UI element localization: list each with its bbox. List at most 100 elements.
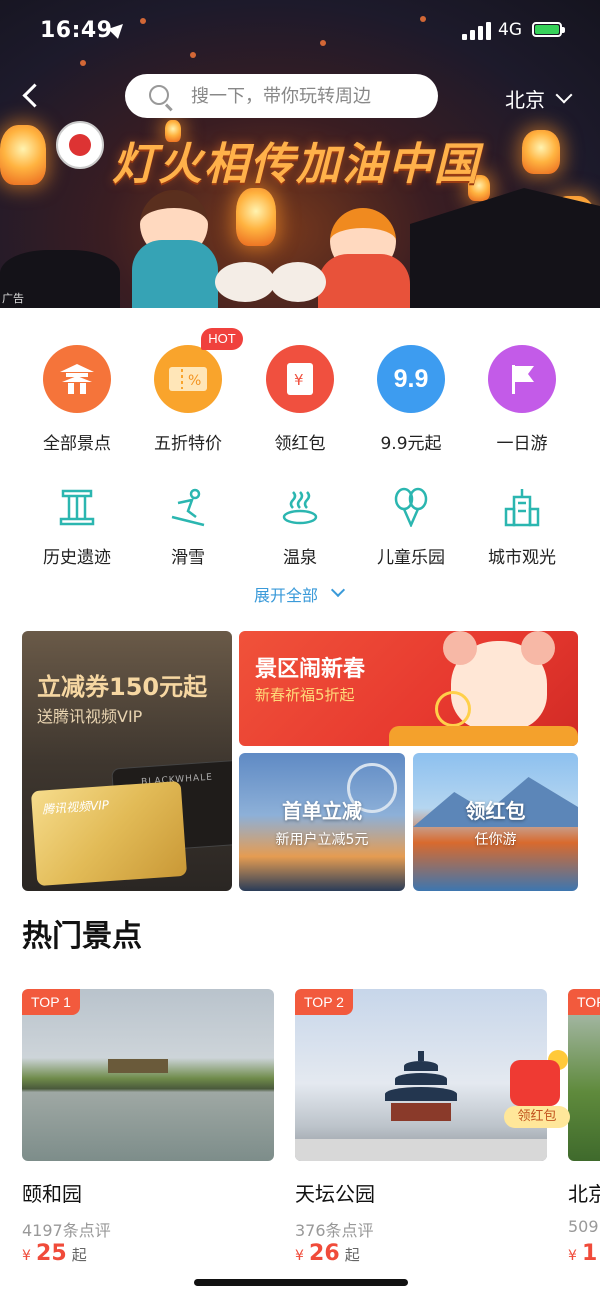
lantern-decoration <box>236 188 276 246</box>
network-type: 4G <box>498 20 522 40</box>
nine-nine-icon: 9.9 <box>377 345 445 413</box>
banner-title: 灯火相传加油中国 <box>112 139 480 190</box>
category-label: 领红包 <box>274 434 326 454</box>
price-value: 26 <box>309 1241 340 1266</box>
status-bar: 16:49 4G <box>0 0 600 64</box>
promo-title: 立减券150元起 <box>37 673 208 701</box>
price-currency: ¥ <box>295 1248 304 1264</box>
roof-silhouette <box>410 188 600 308</box>
chevron-down-icon[interactable] <box>555 86 573 104</box>
flag-icon <box>488 345 556 413</box>
category-label: 温泉 <box>283 548 317 568</box>
promo-title: 领红包 <box>465 799 526 823</box>
red-packet-icon <box>510 1060 560 1106</box>
promo-subtitle: 新春祈福5折起 <box>255 686 355 704</box>
category-label: 全部景点 <box>43 434 111 454</box>
temple-of-heaven-silhouette <box>381 1051 461 1131</box>
category-nine-nine[interactable]: 9.9 9.9元起 <box>355 345 467 454</box>
promo-subtitle: 新用户立减5元 <box>275 832 369 848</box>
svg-text:¥: ¥ <box>294 371 304 389</box>
battery-icon <box>532 22 565 37</box>
category-label: 滑雪 <box>171 548 205 568</box>
rank-badge: TOP <box>568 989 600 1015</box>
spot-image: TOP <box>568 989 600 1161</box>
hot-spring-icon <box>280 487 320 527</box>
category-hot-spring[interactable]: 温泉 <box>244 487 356 568</box>
price-suffix: 起 <box>344 1246 360 1264</box>
city-selector[interactable]: 北京 <box>505 84 545 113</box>
spot-name: 颐和园 <box>22 1182 82 1206</box>
back-button[interactable] <box>14 78 50 114</box>
boy-body <box>132 240 218 308</box>
spot-reviews: 509 <box>568 1217 599 1236</box>
category-half-price[interactable]: % 五折特价 <box>132 345 244 454</box>
price-value: 25 <box>36 1241 67 1266</box>
signal-icon <box>462 22 492 40</box>
hot-badge: HOT <box>201 328 243 350</box>
category-label: 儿童乐园 <box>377 548 445 568</box>
chevron-down-icon[interactable] <box>330 582 346 598</box>
search-icon <box>149 85 169 105</box>
red-packet-icon: ¥ <box>266 345 334 413</box>
search-bar[interactable] <box>125 74 438 118</box>
promo-subtitle: 任你游 <box>474 832 517 848</box>
palace-silhouette <box>108 1059 168 1073</box>
spot-card[interactable]: TOP 北京 509 ¥ 1 <box>568 989 600 1289</box>
category-red-packet[interactable]: ¥ 领红包 <box>244 345 356 454</box>
promo-voucher[interactable]: 立减券150元起 送腾讯视频VIP BLACKWHALE 腾讯视频VIP <box>22 631 232 891</box>
dumpling-illustration <box>270 262 326 302</box>
ground-decoration <box>389 726 578 746</box>
promo-red-packet[interactable]: 领红包 任你游 <box>413 753 578 891</box>
home-indicator[interactable] <box>194 1279 408 1286</box>
status-time: 16:49 <box>40 18 113 43</box>
price-value: 1 <box>582 1241 598 1266</box>
category-history[interactable]: 历史遗迹 <box>21 487 133 568</box>
price-suffix: 起 <box>71 1246 87 1264</box>
category-label: 9.9元起 <box>380 434 442 454</box>
column-icon <box>57 487 97 527</box>
discount-ticket-icon: % <box>154 345 222 413</box>
expand-all-link[interactable]: 展开全部 <box>254 582 318 606</box>
terrace-image <box>295 1139 547 1161</box>
promo-title: 首单立减 <box>282 799 362 823</box>
category-skiing[interactable]: 滑雪 <box>132 487 244 568</box>
svg-text:%: % <box>188 373 201 389</box>
category-day-tour[interactable]: 一日游 <box>466 345 578 454</box>
vip-card-text: 腾讯视频VIP <box>41 797 110 817</box>
category-all-sights[interactable]: 全部景点 <box>21 345 133 454</box>
category-city-tour[interactable]: 城市观光 <box>466 487 578 568</box>
category-label: 五折特价 <box>154 434 222 454</box>
spot-name: 北京 <box>568 1182 600 1206</box>
search-input[interactable] <box>191 74 421 118</box>
spot-price: ¥ 25 起 <box>22 1241 87 1266</box>
floating-red-packet-label: 领红包 <box>504 1106 570 1128</box>
ferris-wheel-decoration <box>435 691 471 727</box>
category-kids-park[interactable]: 儿童乐园 <box>355 487 467 568</box>
dumpling-illustration <box>215 262 275 302</box>
spot-price: ¥ 1 <box>568 1241 597 1266</box>
category-label: 一日游 <box>496 434 548 454</box>
category-label: 历史遗迹 <box>43 548 111 568</box>
pagoda-icon <box>43 345 111 413</box>
floating-red-packet[interactable]: 领红包 <box>500 1050 570 1130</box>
hero-banner[interactable]: 16:49 4G 北京 灯火相传加油中国 广告 <box>0 0 600 308</box>
promo-title: 景区闹新春 <box>255 657 366 682</box>
promo-subtitle: 送腾讯视频VIP <box>37 707 143 726</box>
price-currency: ¥ <box>22 1248 31 1264</box>
rank-badge: TOP 2 <box>295 989 353 1015</box>
lantern-decoration <box>522 130 560 174</box>
spot-image: TOP 1 <box>22 989 274 1161</box>
nine-nine-icon-text: 9.9 <box>393 364 429 393</box>
category-label: 城市观光 <box>488 548 556 568</box>
ad-tag: 广告 <box>2 292 24 305</box>
spot-reviews: 376条点评 <box>295 1221 374 1240</box>
promo-new-year[interactable]: 景区闹新春 新春祈福5折起 <box>239 631 578 746</box>
spot-card[interactable]: TOP 1 颐和园 4197条点评 ¥ 25 起 <box>22 989 274 1266</box>
vip-card-image: 腾讯视频VIP <box>30 780 188 887</box>
brand-logo <box>56 121 104 169</box>
balloons-icon <box>391 487 431 529</box>
girl-body <box>318 254 410 308</box>
lantern-decoration <box>0 125 46 185</box>
promo-first-order[interactable]: 首单立减 新用户立减5元 <box>239 753 405 891</box>
price-currency: ¥ <box>568 1248 577 1264</box>
